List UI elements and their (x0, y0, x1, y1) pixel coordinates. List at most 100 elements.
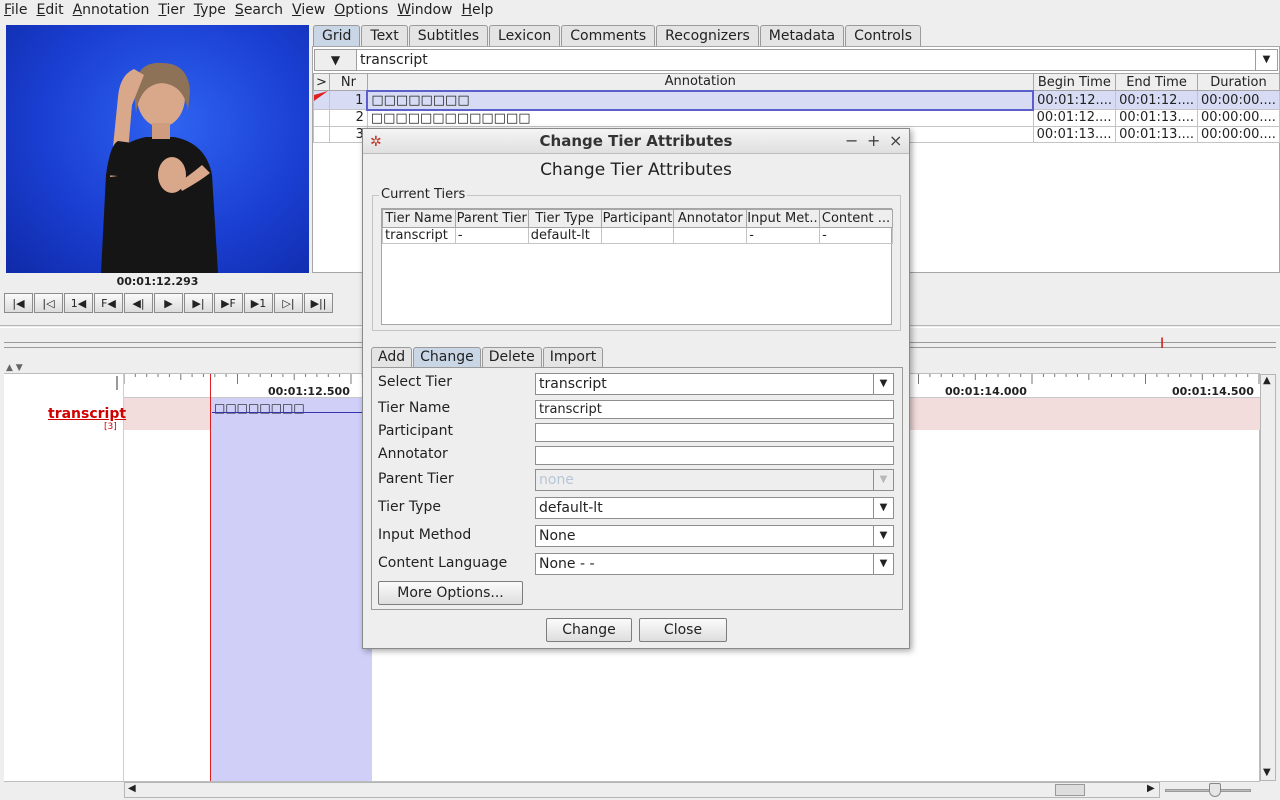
signer-figure (101, 62, 218, 273)
tier-type-value: default-lt (539, 500, 603, 516)
tab-change[interactable]: Change (413, 347, 481, 367)
horizontal-scrollbar[interactable]: ◀ ▶ (124, 782, 1160, 798)
table-row[interactable]: 2 □□□□□□□□□□□□□ 00:01:12.... 00:01:13...… (313, 109, 1280, 127)
more-options-button[interactable]: More Options... (378, 581, 523, 605)
col-content-language[interactable]: Content ... (819, 209, 893, 228)
tab-text[interactable]: Text (361, 25, 408, 46)
slider-thumb[interactable] (1209, 783, 1221, 797)
annotation-span-line (212, 412, 362, 413)
player-controls: |◀ |◁ 1◀ F◀ ◀| ▶ ▶| ▶F ▶1 ▷| ▶|| (4, 293, 334, 313)
annotator-input[interactable] (535, 446, 894, 465)
cursor-i-beam-icon: I (1160, 336, 1165, 352)
tab-metadata[interactable]: Metadata (759, 25, 845, 46)
tab-delete[interactable]: Delete (481, 347, 542, 367)
step-forward-f-button[interactable]: ▶F (214, 293, 243, 313)
grid-header-nr[interactable]: Nr (328, 73, 368, 91)
tab-grid[interactable]: Grid (313, 25, 361, 46)
tab-subtitles[interactable]: Subtitles (408, 25, 489, 46)
dialog-titlebar[interactable]: ✲ Change Tier Attributes − + × (363, 129, 909, 154)
crosshair (210, 374, 211, 781)
grid-header-begin[interactable]: Begin Time (1032, 73, 1117, 91)
table-row[interactable]: transcript - default-lt - - (382, 227, 893, 244)
close-button[interactable]: Close (639, 618, 727, 642)
tab-recognizers[interactable]: Recognizers (656, 25, 759, 46)
menu-edit[interactable]: Edit (32, 0, 68, 20)
tab-import[interactable]: Import (542, 347, 604, 367)
step-back-1-button[interactable]: 1◀ (64, 293, 93, 313)
scroll-thumb[interactable] (1055, 784, 1085, 796)
col-tier-type[interactable]: Tier Type (527, 209, 602, 228)
parent-tier-combo: none ▼ (535, 469, 894, 491)
chevron-down-icon[interactable]: ▼ (873, 498, 893, 518)
cell-input-method: - (746, 227, 821, 244)
zoom-slider[interactable] (1165, 783, 1251, 797)
chevron-down-icon[interactable]: ▼ (873, 526, 893, 546)
grid-tier-select[interactable]: ▼ transcript ▼ (314, 49, 1278, 71)
content-language-label: Content Language (378, 555, 508, 571)
close-icon[interactable]: × (889, 131, 902, 150)
scroll-down-icon[interactable]: ▼ (1263, 767, 1271, 778)
menu-type[interactable]: Type (190, 0, 231, 20)
step-back-f-button[interactable]: F◀ (94, 293, 123, 313)
input-method-value: None (539, 528, 576, 544)
media-time-readout: 00:01:12.293 (116, 275, 199, 288)
change-button[interactable]: Change (546, 618, 632, 642)
col-participant[interactable]: Participant (600, 209, 675, 228)
next-frame-button[interactable]: ▷| (274, 293, 303, 313)
grid-header-duration[interactable]: Duration (1196, 73, 1280, 91)
menu-search[interactable]: Search (231, 0, 288, 20)
scroll-right-icon[interactable]: ▶ (1147, 783, 1155, 794)
tier-label-transcript[interactable]: transcript (48, 406, 126, 422)
step-forward-1-button[interactable]: ▶1 (244, 293, 273, 313)
selection-begin-button[interactable]: ◀| (124, 293, 153, 313)
input-method-combo[interactable]: None ▼ (535, 525, 894, 547)
tier-type-combo[interactable]: default-lt ▼ (535, 497, 894, 519)
tier-name-input[interactable]: transcript (535, 400, 894, 419)
tab-lexicon[interactable]: Lexicon (489, 25, 561, 46)
dropdown-arrow-icon[interactable]: ▼ (1255, 50, 1277, 70)
maximize-icon[interactable]: + (867, 131, 880, 150)
row-annotation[interactable]: □□□□□□□□ (366, 89, 1035, 111)
grid-header-annotation[interactable]: Annotation (366, 73, 1034, 91)
resize-handle[interactable] (116, 376, 118, 390)
cell-parent-tier: - (454, 227, 529, 244)
content-language-combo[interactable]: None - - ▼ (535, 553, 894, 575)
menu-tier[interactable]: Tier (154, 0, 189, 20)
select-tier-combo[interactable]: transcript ▼ (535, 373, 894, 395)
chevron-down-icon[interactable]: ▼ (873, 554, 893, 574)
menu-options[interactable]: Options (330, 0, 393, 20)
table-row[interactable]: 1 □□□□□□□□ 00:01:12.... 00:01:12.... 00:… (313, 89, 1280, 111)
grid-header-end[interactable]: End Time (1115, 73, 1198, 91)
menu-window[interactable]: Window (393, 0, 457, 20)
video-viewer[interactable] (6, 25, 309, 273)
row-annotation[interactable]: □□□□□□□□□□□□□ (366, 109, 1034, 127)
scroll-left-icon[interactable]: ◀ (128, 783, 136, 794)
tier-annotation-count: [3] (104, 422, 117, 432)
ruler-label: 00:01:14.000 (945, 385, 1027, 398)
col-input-method[interactable]: Input Met... (746, 209, 821, 228)
tab-controls[interactable]: Controls (845, 25, 921, 46)
tab-add[interactable]: Add (371, 347, 413, 367)
selection-end-button[interactable]: ▶| (184, 293, 213, 313)
col-tier-name[interactable]: Tier Name (382, 209, 456, 228)
previous-frame-button[interactable]: |◁ (34, 293, 63, 313)
menu-file[interactable]: File (0, 0, 32, 20)
menu-annotation[interactable]: Annotation (69, 0, 155, 20)
tier-label-column (4, 374, 124, 781)
play-button[interactable]: ▶ (154, 293, 183, 313)
participant-input[interactable] (535, 423, 894, 442)
scroll-up-icon[interactable]: ▲ (1263, 375, 1271, 386)
row-end: 00:01:13.... (1115, 109, 1198, 127)
tab-comments[interactable]: Comments (561, 25, 656, 46)
col-annotator[interactable]: Annotator (673, 209, 748, 228)
chevron-down-icon[interactable]: ▼ (873, 374, 893, 394)
go-to-begin-button[interactable]: |◀ (4, 293, 33, 313)
tier-name-label: Tier Name (378, 400, 451, 416)
go-to-end-button[interactable]: ▶|| (304, 293, 333, 313)
menu-view[interactable]: View (288, 0, 330, 20)
minimize-icon[interactable]: − (845, 131, 858, 150)
vertical-scrollbar[interactable]: ▲ ▼ (1260, 374, 1276, 781)
menu-help[interactable]: Help (458, 0, 499, 20)
col-parent-tier[interactable]: Parent Tier (454, 209, 529, 228)
chevron-down-icon[interactable]: ▼ (315, 50, 357, 70)
